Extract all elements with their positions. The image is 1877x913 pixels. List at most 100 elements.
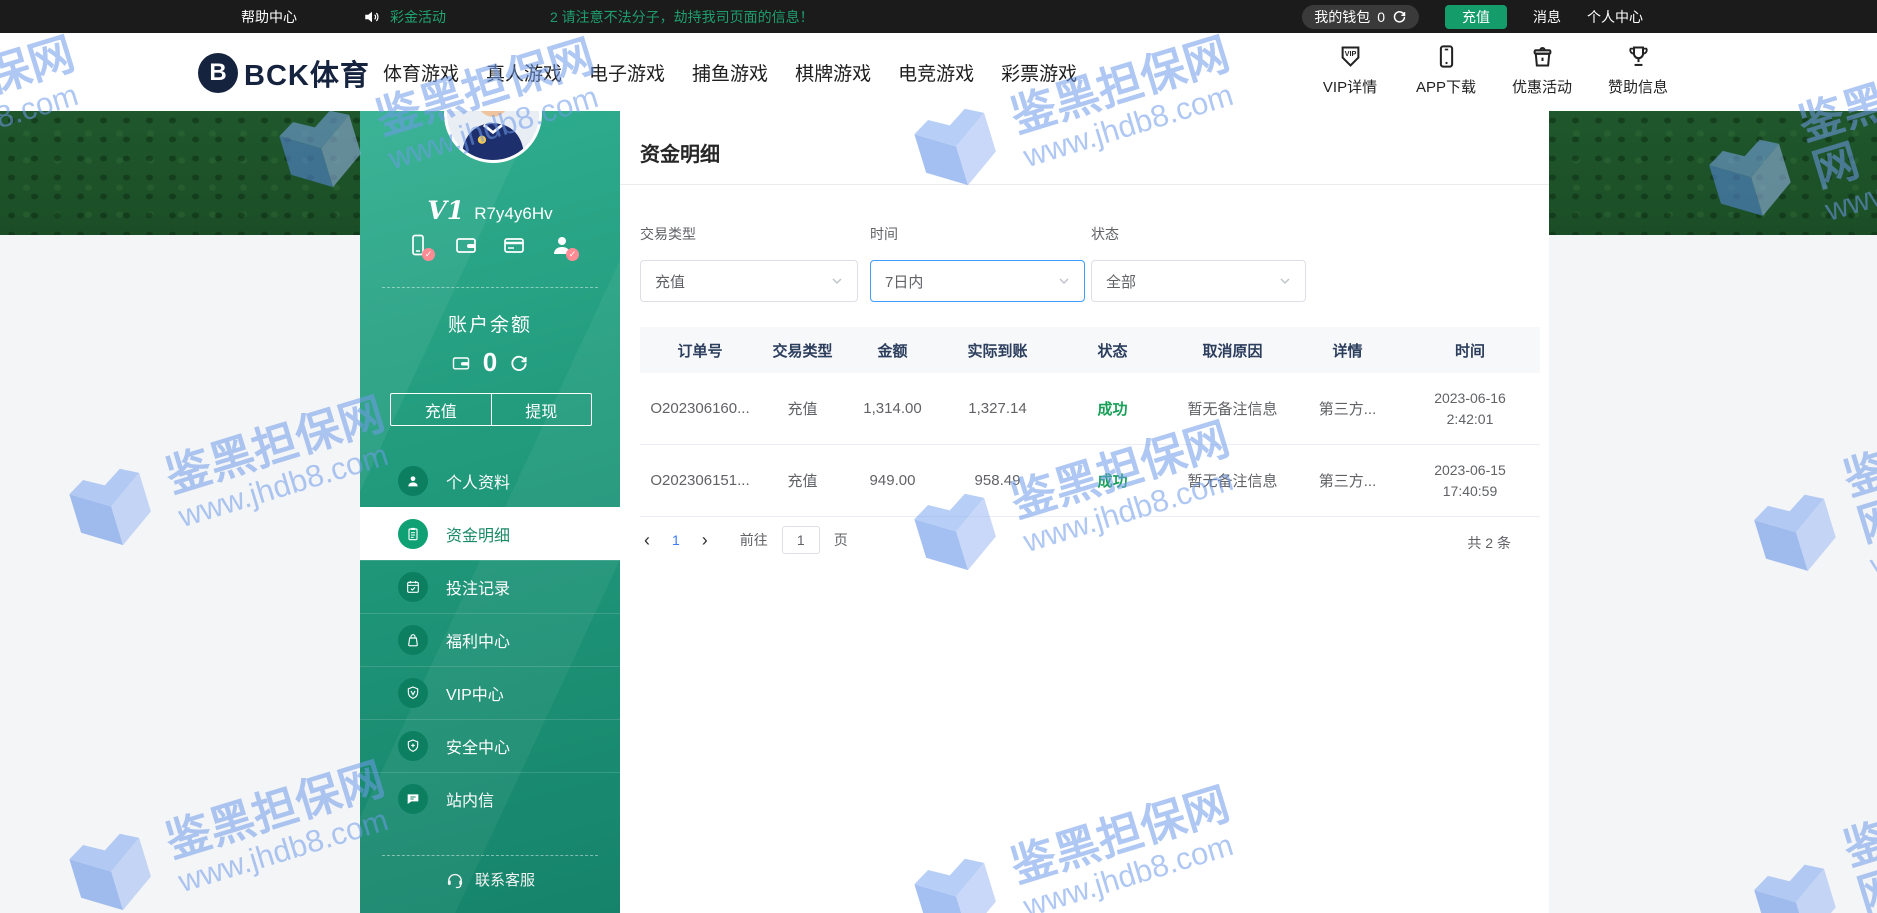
withdraw-button[interactable]: 提现 (491, 394, 592, 425)
divider (382, 287, 598, 288)
sidebar-item-security[interactable]: 安全中心 (360, 719, 620, 772)
help-center-link[interactable]: 帮助中心 (241, 7, 297, 27)
sidebar-item-funds[interactable]: 资金明细 (360, 507, 620, 560)
watermark-logo-icon (1738, 849, 1858, 913)
refresh-balance-icon[interactable] (509, 353, 529, 373)
next-page-button[interactable]: › (698, 530, 712, 551)
header-time: 时间 (1400, 340, 1540, 361)
chevron-down-icon (831, 275, 843, 287)
nav-item-fishing[interactable]: 捕鱼游戏 (692, 59, 768, 86)
sidebar-item-inbox[interactable]: 站内信 (360, 772, 620, 825)
page: 帮助中心 彩金活动 2 请注意不法分子，劫持我司页面的信息！ 我的钱包 0 充值… (0, 0, 1877, 913)
time-select-value: 7日内 (885, 271, 923, 292)
nav-item-slots[interactable]: 电子游戏 (589, 59, 665, 86)
vip-badge-icon: VIP (1337, 43, 1364, 70)
nav-item-live[interactable]: 真人游戏 (486, 59, 562, 86)
wallet-label: 我的钱包 (1314, 7, 1370, 27)
goto-page-input[interactable] (782, 526, 820, 554)
header-amount: 金额 (845, 340, 940, 361)
type-select[interactable]: 充值 (640, 260, 858, 302)
vip-details-link[interactable]: VIP VIP详情 (1311, 43, 1389, 97)
divider (382, 855, 598, 856)
topbar-right: 我的钱包 0 充值 消息 个人中心 (1302, 5, 1643, 29)
wallet-verify-icon[interactable] (454, 233, 478, 257)
page-title: 资金明细 (640, 138, 720, 167)
balance-title: 账户余额 (360, 310, 620, 337)
gift-icon (1529, 43, 1556, 70)
profile-link[interactable]: 个人中心 (1587, 7, 1643, 27)
cell-time: 2023-06-16 2:42:01 (1400, 388, 1540, 430)
sidebar-item-welfare[interactable]: 福利中心 (360, 613, 620, 666)
site-logo[interactable]: B BCK体育 (198, 52, 370, 94)
speaker-icon (363, 8, 381, 26)
nav-item-cards[interactable]: 棋牌游戏 (795, 59, 871, 86)
goto-label: 前往 (740, 530, 768, 550)
bank-card-icon[interactable] (502, 233, 526, 257)
phone-verify-icon[interactable]: ✓ (406, 233, 430, 257)
verification-icons: ✓ ✓ (360, 233, 620, 257)
sponsor-info-link[interactable]: 赞助信息 (1599, 43, 1677, 97)
header-actual: 实际到账 (940, 340, 1055, 361)
identity-verify-icon[interactable]: ✓ (550, 233, 574, 257)
wallet-amount: 0 (1377, 9, 1385, 25)
clipboard-icon (405, 526, 421, 542)
watermark: 鉴黑担保网www.jhdb8.com (1733, 395, 1877, 615)
balance-amount: 0 (483, 347, 497, 378)
app-download-link[interactable]: APP下载 (1407, 43, 1485, 97)
cell-detail: 第三方... (1295, 398, 1400, 419)
divider (620, 184, 1549, 185)
status-select[interactable]: 全部 (1091, 260, 1306, 302)
refresh-icon[interactable] (1392, 9, 1407, 24)
funds-table: 订单号 交易类型 金额 实际到账 状态 取消原因 详情 时间 O20230616… (640, 327, 1540, 517)
nav-item-lottery[interactable]: 彩票游戏 (1001, 59, 1077, 86)
cell-clock: 17:40:59 (1400, 481, 1540, 502)
watermark-logo-icon (53, 453, 173, 573)
messages-link[interactable]: 消息 (1533, 7, 1561, 27)
page-number-current[interactable]: 1 (668, 532, 684, 548)
deposit-button[interactable]: 充值 (391, 394, 491, 425)
sidebar: V1R7y4y6Hv ✓ ✓ 账户余额 0 (360, 111, 620, 913)
prev-page-button[interactable]: ‹ (640, 530, 654, 551)
pagination: ‹ 1 › 前往 页 (640, 526, 848, 554)
cell-reason: 暂无备注信息 (1170, 398, 1295, 419)
table-row: O202306151... 充值 949.00 958.49 成功 暂无备注信息… (640, 445, 1540, 517)
promo-link[interactable]: 彩金活动 (390, 7, 446, 27)
header-detail: 详情 (1295, 340, 1400, 361)
header-reason: 取消原因 (1170, 340, 1295, 361)
recharge-button[interactable]: 充值 (1445, 5, 1507, 29)
sidebar-menu: 个人资料 资金明细 投注记录 福利中心 VIP中心 安全中心 (360, 455, 620, 825)
cell-date: 2023-06-16 (1400, 388, 1540, 409)
marquee-notice: 2 请注意不法分子，劫持我司页面的信息！ (550, 7, 814, 27)
page-unit-label: 页 (834, 530, 848, 550)
watermark: 鉴黑担保网www.jhdb8.com (53, 383, 401, 573)
sidebar-item-vip[interactable]: VIP中心 (360, 666, 620, 719)
promotions-link[interactable]: 优惠活动 (1503, 43, 1581, 97)
sidebar-item-bets[interactable]: 投注记录 (360, 560, 620, 613)
filter-label-type: 交易类型 (640, 224, 696, 244)
check-badge-icon: ✓ (566, 248, 579, 261)
username: R7y4y6Hv (474, 204, 552, 223)
status-badge: 成功 (1055, 398, 1170, 419)
filter-label-time: 时间 (870, 224, 898, 244)
watermark-logo-icon (53, 818, 173, 913)
user-icon (405, 473, 421, 489)
wallet-button[interactable]: 我的钱包 0 (1302, 5, 1419, 29)
total-count: 共 2 条 (1467, 533, 1511, 553)
status-badge: 成功 (1055, 470, 1170, 491)
time-select[interactable]: 7日内 (870, 260, 1085, 302)
profile-name: V1R7y4y6Hv (360, 196, 620, 225)
cell-order: O202306151... (640, 472, 760, 489)
quick-link-label: 赞助信息 (1608, 76, 1668, 97)
sidebar-item-profile[interactable]: 个人资料 (360, 455, 620, 507)
filter-label-status: 状态 (1091, 224, 1119, 244)
table-header: 订单号 交易类型 金额 实际到账 状态 取消原因 详情 时间 (640, 327, 1540, 373)
svg-text:VIP: VIP (1344, 49, 1356, 58)
contact-support-button[interactable]: 联系客服 (360, 869, 620, 890)
cell-order: O202306160... (640, 400, 760, 417)
main-content: 资金明细 交易类型 时间 状态 充值 7日内 全部 订单号 交易类型 金额 实际… (620, 111, 1549, 913)
nav-item-esports[interactable]: 电竞游戏 (898, 59, 974, 86)
header-type: 交易类型 (760, 340, 845, 361)
nav-item-sports[interactable]: 体育游戏 (383, 59, 459, 86)
cell-actual: 958.49 (940, 472, 1055, 489)
status-select-value: 全部 (1106, 271, 1136, 292)
